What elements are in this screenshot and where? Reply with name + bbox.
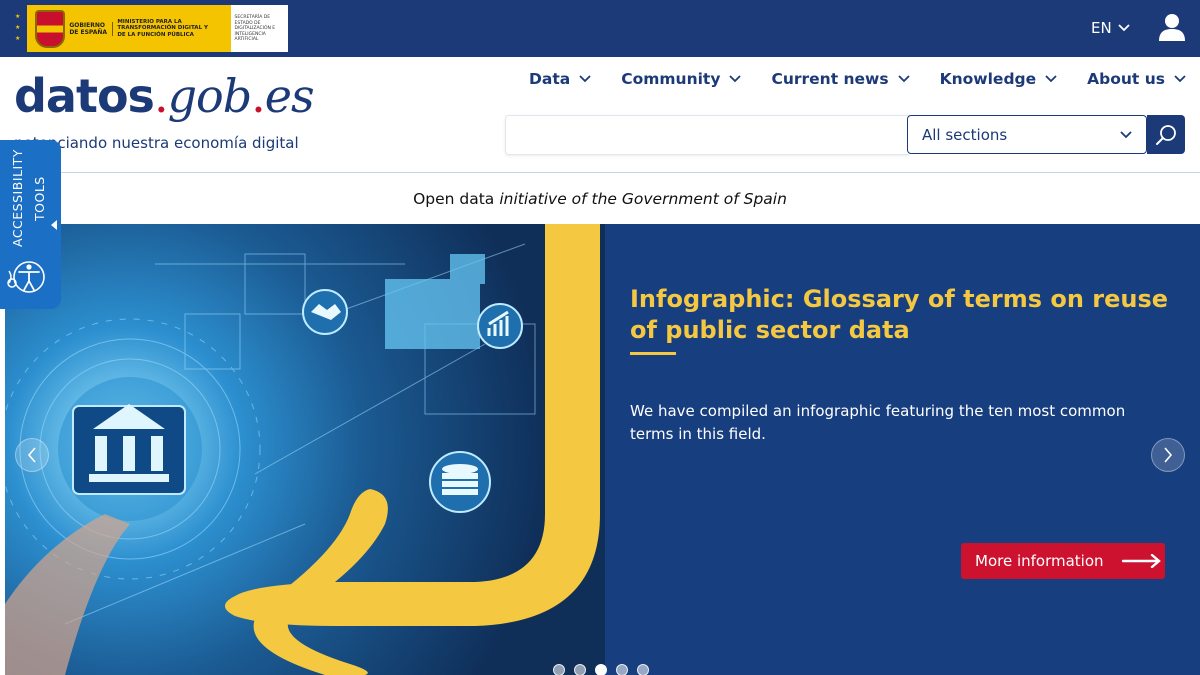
carousel-dot-5[interactable] bbox=[637, 664, 649, 675]
nav-item-knowledge[interactable]: Knowledge bbox=[940, 70, 1058, 88]
accessibility-label-line1: ACCESSIBILITY bbox=[10, 149, 25, 248]
section-select[interactable]: All sections bbox=[907, 115, 1147, 154]
chevron-down-icon bbox=[897, 75, 910, 83]
logo-datos: datos bbox=[14, 69, 155, 123]
language-label: EN bbox=[1091, 19, 1112, 37]
carousel-dot-3[interactable] bbox=[595, 664, 607, 675]
nav-item-label: Data bbox=[529, 70, 571, 88]
search-input[interactable] bbox=[505, 115, 909, 155]
carousel-dot-4[interactable] bbox=[616, 664, 628, 675]
accessibility-icon bbox=[7, 261, 45, 293]
logo-dot: . bbox=[251, 69, 266, 123]
gobierno-label: GOBIERNO DE ESPAÑA bbox=[69, 21, 114, 36]
user-icon[interactable] bbox=[1158, 12, 1186, 42]
nav-item-label: Knowledge bbox=[939, 70, 1037, 88]
eu-flag-icon bbox=[14, 5, 28, 52]
hero-title: Infographic: Glossary of terms on reuse … bbox=[630, 285, 1169, 344]
logo-gob: gob bbox=[167, 69, 253, 123]
chevron-down-icon bbox=[1174, 75, 1186, 83]
search-icon bbox=[1156, 124, 1176, 145]
chevron-down-icon bbox=[1118, 24, 1130, 32]
government-logo[interactable]: GOBIERNO DE ESPAÑA MINISTERIO PARA LA TR… bbox=[14, 5, 288, 52]
nav-item-data[interactable]: Data bbox=[529, 70, 591, 88]
carousel-prev-button[interactable] bbox=[15, 438, 49, 472]
chevron-down-icon bbox=[579, 75, 591, 83]
chevron-down-icon bbox=[729, 75, 742, 83]
more-information-label: More information bbox=[975, 552, 1104, 570]
search-button[interactable] bbox=[1147, 115, 1185, 154]
coat-of-arms-icon bbox=[35, 9, 66, 48]
nav-item-about-us[interactable]: About us bbox=[1087, 70, 1186, 88]
logo-es: es bbox=[264, 69, 315, 123]
hero-description: We have compiled an infographic featurin… bbox=[630, 402, 1126, 443]
accessibility-tools-label: ACCESSIBILITY TOOLS bbox=[7, 146, 55, 251]
nav-item-community[interactable]: Community bbox=[621, 70, 742, 88]
chevron-down-icon bbox=[1120, 130, 1132, 138]
language-selector[interactable]: EN bbox=[1091, 19, 1130, 37]
site-header: datos.gob.es potenciando nuestra economí… bbox=[0, 57, 1200, 173]
more-information-button[interactable]: More information bbox=[961, 543, 1165, 579]
site-logo[interactable]: datos.gob.es bbox=[14, 69, 315, 123]
carousel-dot-2[interactable] bbox=[574, 664, 586, 675]
accessibility-label-line2: TOOLS bbox=[32, 176, 47, 221]
arrow-right-icon bbox=[1121, 554, 1161, 568]
hero-image bbox=[5, 224, 605, 675]
chevron-down-icon bbox=[1045, 75, 1057, 83]
nav-item-label: Community bbox=[621, 70, 721, 88]
hero-carousel: Infographic: Glossary of terms on reuse … bbox=[5, 224, 1200, 675]
government-bar: GOBIERNO DE ESPAÑA MINISTERIO PARA LA TR… bbox=[0, 0, 1200, 57]
chevron-right-icon bbox=[1164, 447, 1173, 463]
main-navigation: Data Community Current news Knowledge Ab… bbox=[529, 70, 1186, 88]
hero-title-underline bbox=[630, 352, 676, 355]
nav-item-label: Current news bbox=[771, 70, 889, 88]
nav-item-label: About us bbox=[1087, 70, 1165, 88]
carousel-dot-1[interactable] bbox=[553, 664, 565, 675]
chevron-left-icon bbox=[27, 447, 36, 463]
ministerio-label: MINISTERIO PARA LA TRANSFORMACIÓN DIGITA… bbox=[117, 18, 208, 38]
secretaria-label: SECRETARÍA DE ESTADO DE DIGITALIZACIÓN E… bbox=[234, 15, 276, 42]
hero-illustration bbox=[5, 224, 600, 675]
nav-item-current-news[interactable]: Current news bbox=[771, 70, 910, 88]
ministry-logo-block: GOBIERNO DE ESPAÑA MINISTERIO PARA LA TR… bbox=[27, 5, 231, 52]
carousel-dots bbox=[553, 664, 649, 675]
initiative-plain: Open data bbox=[413, 190, 495, 208]
caret-left-icon bbox=[51, 220, 57, 230]
initiative-italic: initiative of the Government of Spain bbox=[499, 190, 787, 208]
logo-dot: . bbox=[153, 69, 169, 123]
accessibility-tools-tab[interactable]: ACCESSIBILITY TOOLS bbox=[0, 140, 61, 309]
initiative-strip: Open data initiative of the Government o… bbox=[0, 174, 1200, 224]
section-select-value: All sections bbox=[922, 125, 1008, 144]
